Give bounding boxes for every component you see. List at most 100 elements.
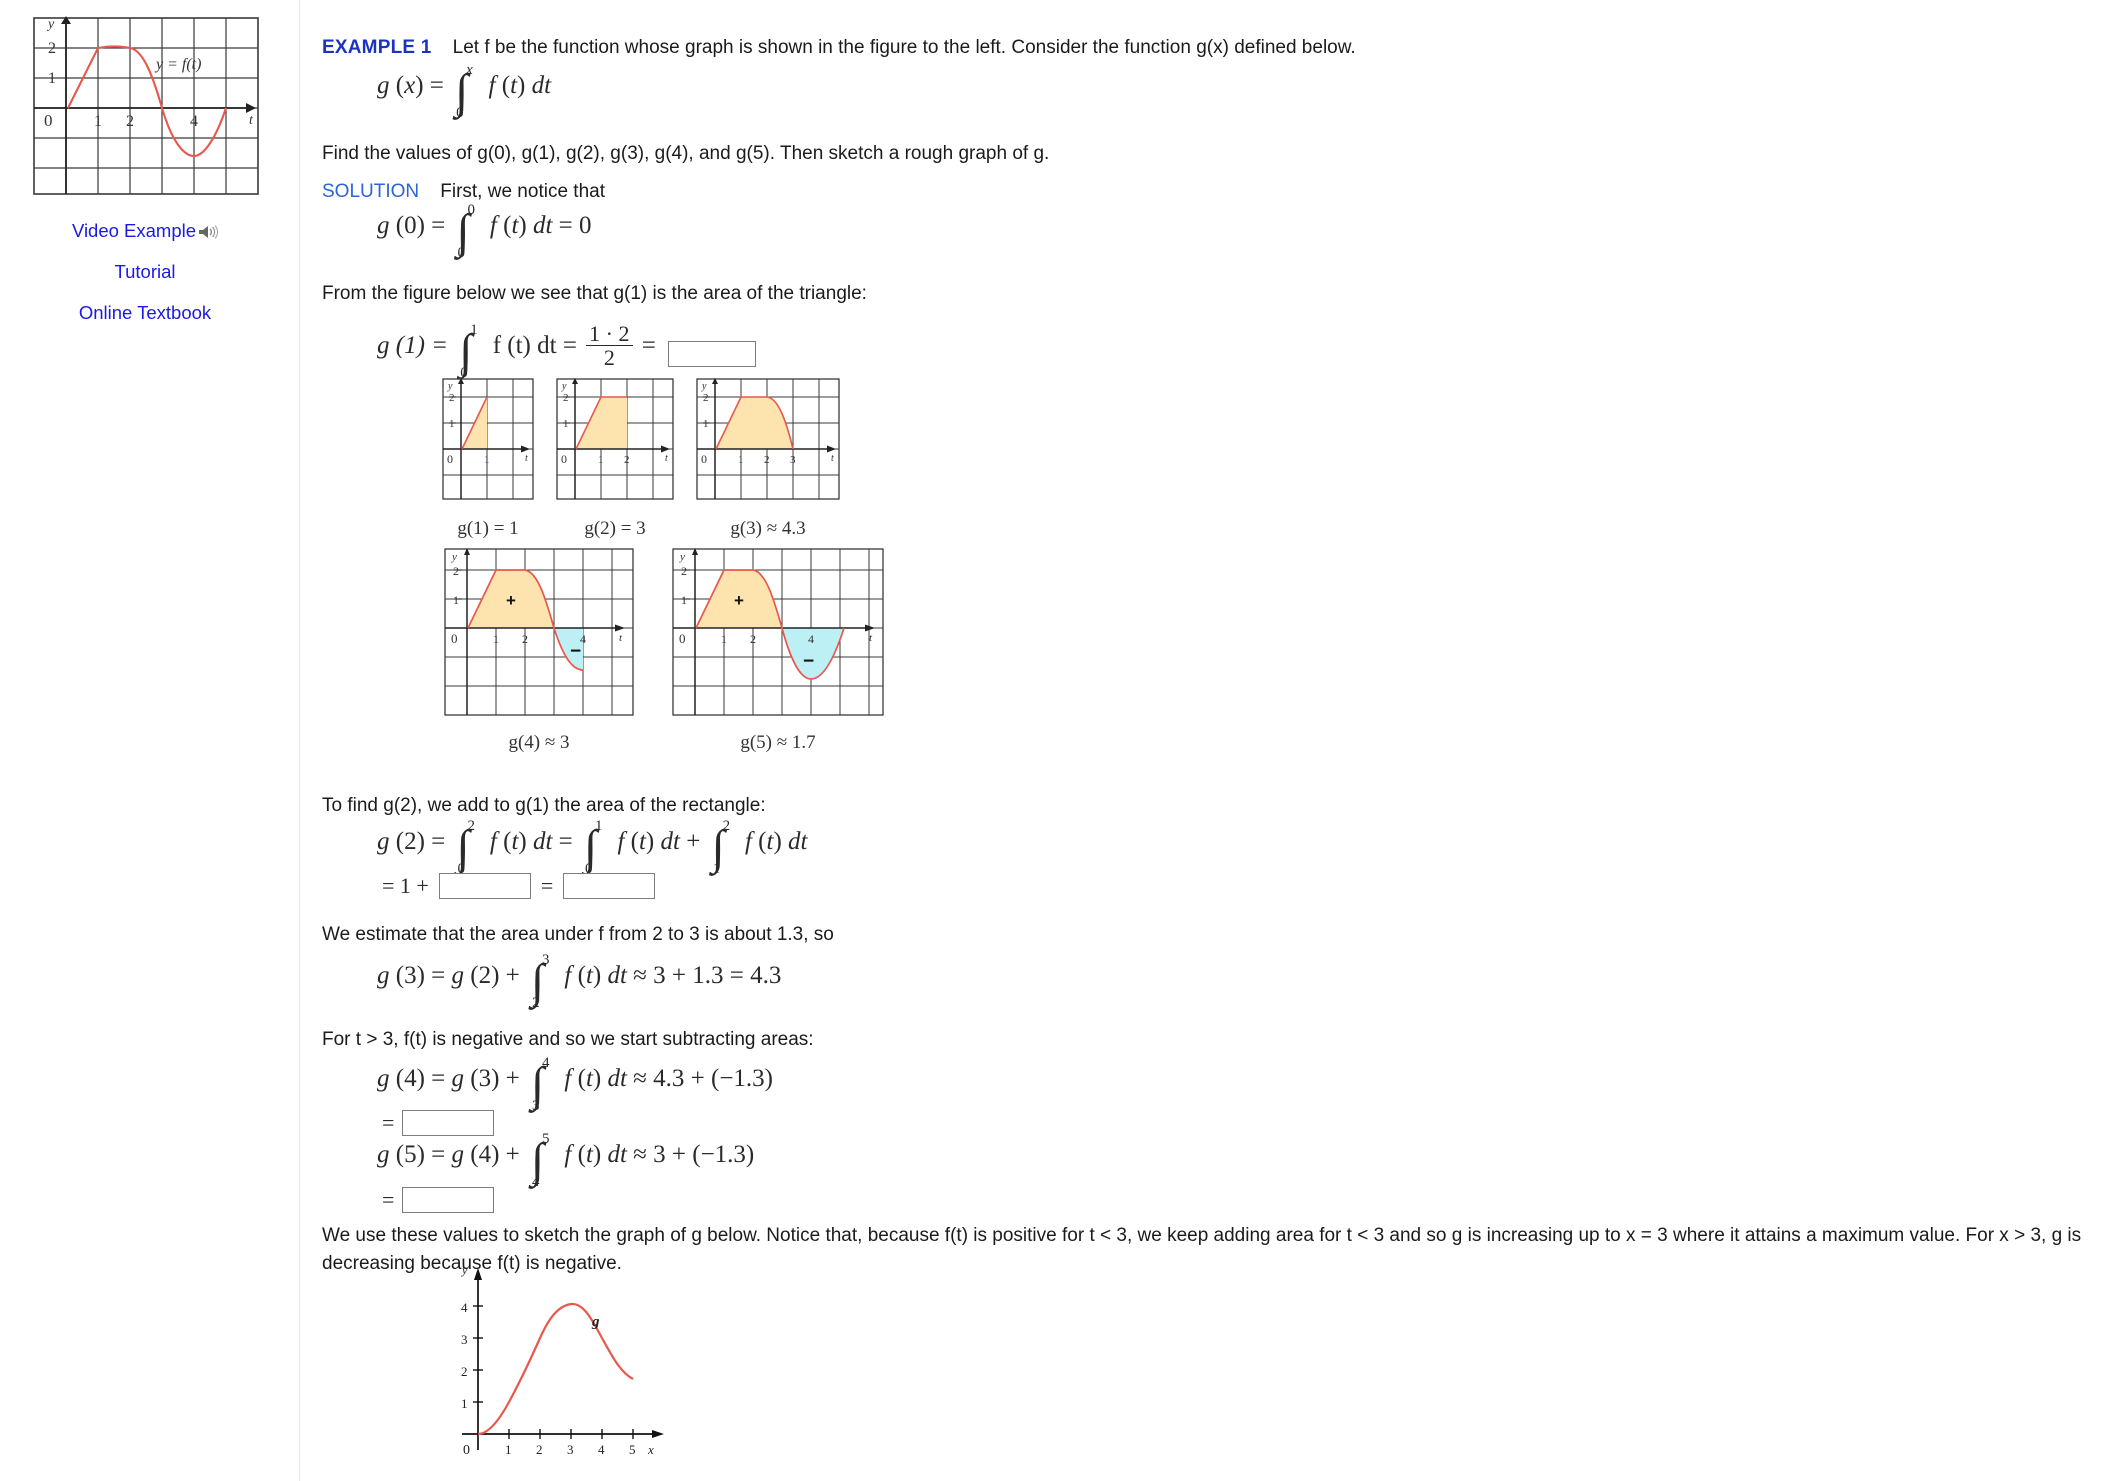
svg-text:2: 2 — [522, 632, 528, 646]
example-label: EXAMPLE 1 — [322, 37, 432, 58]
fraction-one-times-two-over-two: 1 · 2 2 — [586, 321, 633, 369]
integral-symbol: ∫ x 0 — [455, 62, 473, 122]
eq-g4-result-prefix: = — [382, 1110, 395, 1135]
equation-g-of-5: g (5) = g (4) + ∫ 5 4 f (t) dt ≈ 3 + (−1.3… — [377, 1131, 755, 1191]
from-figure-paragraph: From the figure below we see that g(1) i… — [322, 283, 867, 304]
eq-g5-result-prefix: = — [382, 1187, 395, 1212]
equation-g-of-2-line2: = 1 + = — [382, 873, 656, 899]
eq-g2-line2-equals: = — [540, 873, 554, 898]
svg-text:1: 1 — [563, 418, 569, 430]
online-textbook-link[interactable]: Online Textbook — [79, 302, 211, 323]
svg-text:y: y — [701, 381, 707, 392]
integral-symbol: ∫ 4 3 — [531, 1055, 550, 1115]
svg-text:0: 0 — [561, 452, 567, 466]
fig-g2-caption: g(2) = 3 — [584, 518, 646, 539]
svg-text:0: 0 — [44, 111, 53, 130]
figure-row-1: y 2 1 0 1 t g(1) = 1 y 2 1 0 1 2 t g(2) … — [442, 378, 840, 540]
plus-sign-label: + — [506, 591, 516, 610]
graph-of-g-svg: y 1 2 3 4 0 1 2 3 4 5 x g — [461, 1263, 664, 1458]
equation-g-of-4-result: = — [382, 1110, 495, 1136]
fig-g5-caption: g(5) ≈ 1.7 — [740, 732, 816, 753]
solution-intro-text: First, we notice that — [440, 181, 605, 202]
equation-g-of-4: g (4) = g (3) + ∫ 4 3 f (t) dt ≈ 4.3 + (−1… — [377, 1055, 773, 1115]
svg-text:3: 3 — [567, 1442, 574, 1457]
tutorial-link[interactable]: Tutorial — [114, 261, 175, 282]
svg-text:1: 1 — [505, 1442, 512, 1457]
example-intro-paragraph: EXAMPLE 1 Let f be the function whose gr… — [322, 34, 2062, 62]
svg-text:1: 1 — [449, 418, 455, 430]
svg-text:4: 4 — [461, 1300, 468, 1315]
svg-text:y: y — [451, 551, 457, 563]
sidebar-link-row-video: Video Example — [0, 220, 290, 241]
solution-label: SOLUTION — [322, 181, 420, 202]
minus-sign-label: − — [570, 641, 581, 662]
equation-g-of-x: g (x) = ∫ x 0 f (t) dt — [377, 62, 552, 122]
svg-text:2: 2 — [536, 1442, 543, 1457]
graph-of-f-svg: y 2 1 0 1 2 4 t y = f(t) — [33, 16, 259, 195]
svg-text:1: 1 — [461, 1396, 468, 1411]
equation-g-of-1: g (1) = ∫ 1 0 f (t) dt = 1 · 2 2 = — [377, 321, 757, 382]
equation-g-of-0: g (0) = ∫ 0 0 f (t) dt = 0 — [377, 202, 592, 262]
find-g2-paragraph: To find g(2), we add to g(1) the area of… — [322, 795, 766, 816]
svg-text:2: 2 — [624, 454, 630, 466]
svg-text:4: 4 — [598, 1442, 605, 1457]
svg-text:x: x — [647, 1442, 654, 1457]
svg-text:0: 0 — [447, 452, 453, 466]
svg-text:2: 2 — [126, 113, 134, 130]
g1-answer-input[interactable] — [668, 341, 757, 368]
svg-text:0: 0 — [451, 631, 458, 646]
svg-text:2: 2 — [453, 564, 459, 578]
svg-text:0: 0 — [701, 452, 707, 466]
integral-symbol: ∫ 1 0 — [459, 322, 478, 382]
video-example-link[interactable]: Video Example — [72, 220, 196, 241]
estimate-paragraph: We estimate that the area under f from 2… — [322, 924, 834, 945]
integral-symbol: ∫ 2 0 — [456, 818, 476, 878]
solution-paragraph: SOLUTION First, we notice that — [322, 178, 2022, 206]
svg-text:y: y — [561, 381, 567, 392]
g2-answer-input-b[interactable] — [563, 873, 656, 899]
svg-text:1: 1 — [703, 418, 709, 430]
svg-text:y: y — [46, 17, 55, 32]
speaker-icon[interactable] — [198, 224, 219, 240]
eq-g1-prefix: g (1) = — [377, 332, 449, 359]
equation-g-of-2-line1: g (2) = ∫ 2 0 f (t) dt = ∫ 1 0 f (t) dt + ∫ 2… — [377, 818, 808, 878]
svg-text:t: t — [665, 453, 668, 464]
g5-answer-input[interactable] — [402, 1187, 495, 1213]
svg-text:y: y — [461, 1263, 468, 1277]
svg-text:1: 1 — [721, 632, 727, 646]
svg-text:1: 1 — [738, 454, 744, 466]
graph-of-g-figure: y 1 2 3 4 0 1 2 3 4 5 x g — [452, 1262, 682, 1472]
svg-text:1: 1 — [453, 593, 459, 607]
svg-text:4: 4 — [190, 113, 198, 130]
page-root: y 2 1 0 1 2 4 t y = f(t) Video Example T… — [0, 0, 2103, 1481]
equation-g-of-5-result: = — [382, 1187, 495, 1213]
sidebar: y 2 1 0 1 2 4 t y = f(t) Video Example T… — [0, 0, 300, 1481]
svg-text:t: t — [831, 453, 834, 464]
integral-symbol: ∫ 5 4 — [531, 1131, 550, 1191]
integral-symbol: ∫ 1 0 — [584, 818, 603, 878]
fig-g2: y 2 1 0 1 2 t g(2) = 3 — [556, 378, 674, 540]
g2-answer-input-a[interactable] — [438, 873, 531, 899]
eq-g1-func: f (t) dt — [492, 332, 557, 359]
svg-text:2: 2 — [563, 392, 569, 404]
svg-text:0: 0 — [679, 631, 686, 646]
svg-text:1: 1 — [681, 593, 687, 607]
minus-sign-label: − — [803, 651, 814, 672]
fig-g4-caption: g(4) ≈ 3 — [508, 732, 570, 753]
g4-answer-input[interactable] — [402, 1110, 495, 1136]
fig-g1: y 2 1 0 1 t g(1) = 1 — [442, 378, 534, 540]
fraction-numerator: 1 · 2 — [589, 321, 630, 346]
eq-g2-line2-prefix: = 1 + — [382, 873, 429, 898]
svg-text:2: 2 — [703, 392, 709, 404]
svg-text:y: y — [447, 381, 453, 392]
sidebar-links: Video Example Tutorial Online Textbook — [0, 220, 290, 345]
integral-symbol: ∫ 3 2 — [531, 952, 550, 1012]
svg-text:y = f(t): y = f(t) — [154, 56, 201, 73]
svg-text:2: 2 — [750, 632, 756, 646]
fig-g3: y 2 1 0 1 2 3 t g(3) ≈ 4.3 — [696, 378, 840, 540]
plus-sign-label: + — [734, 591, 744, 610]
equation-g-of-3: g (3) = g (2) + ∫ 3 2 f (t) dt ≈ 3 + 1.3 =… — [377, 952, 782, 1012]
sidebar-link-row-textbook: Online Textbook — [0, 302, 290, 323]
svg-text:y: y — [679, 551, 685, 563]
integral-symbol: ∫ 2 1 — [711, 818, 731, 878]
